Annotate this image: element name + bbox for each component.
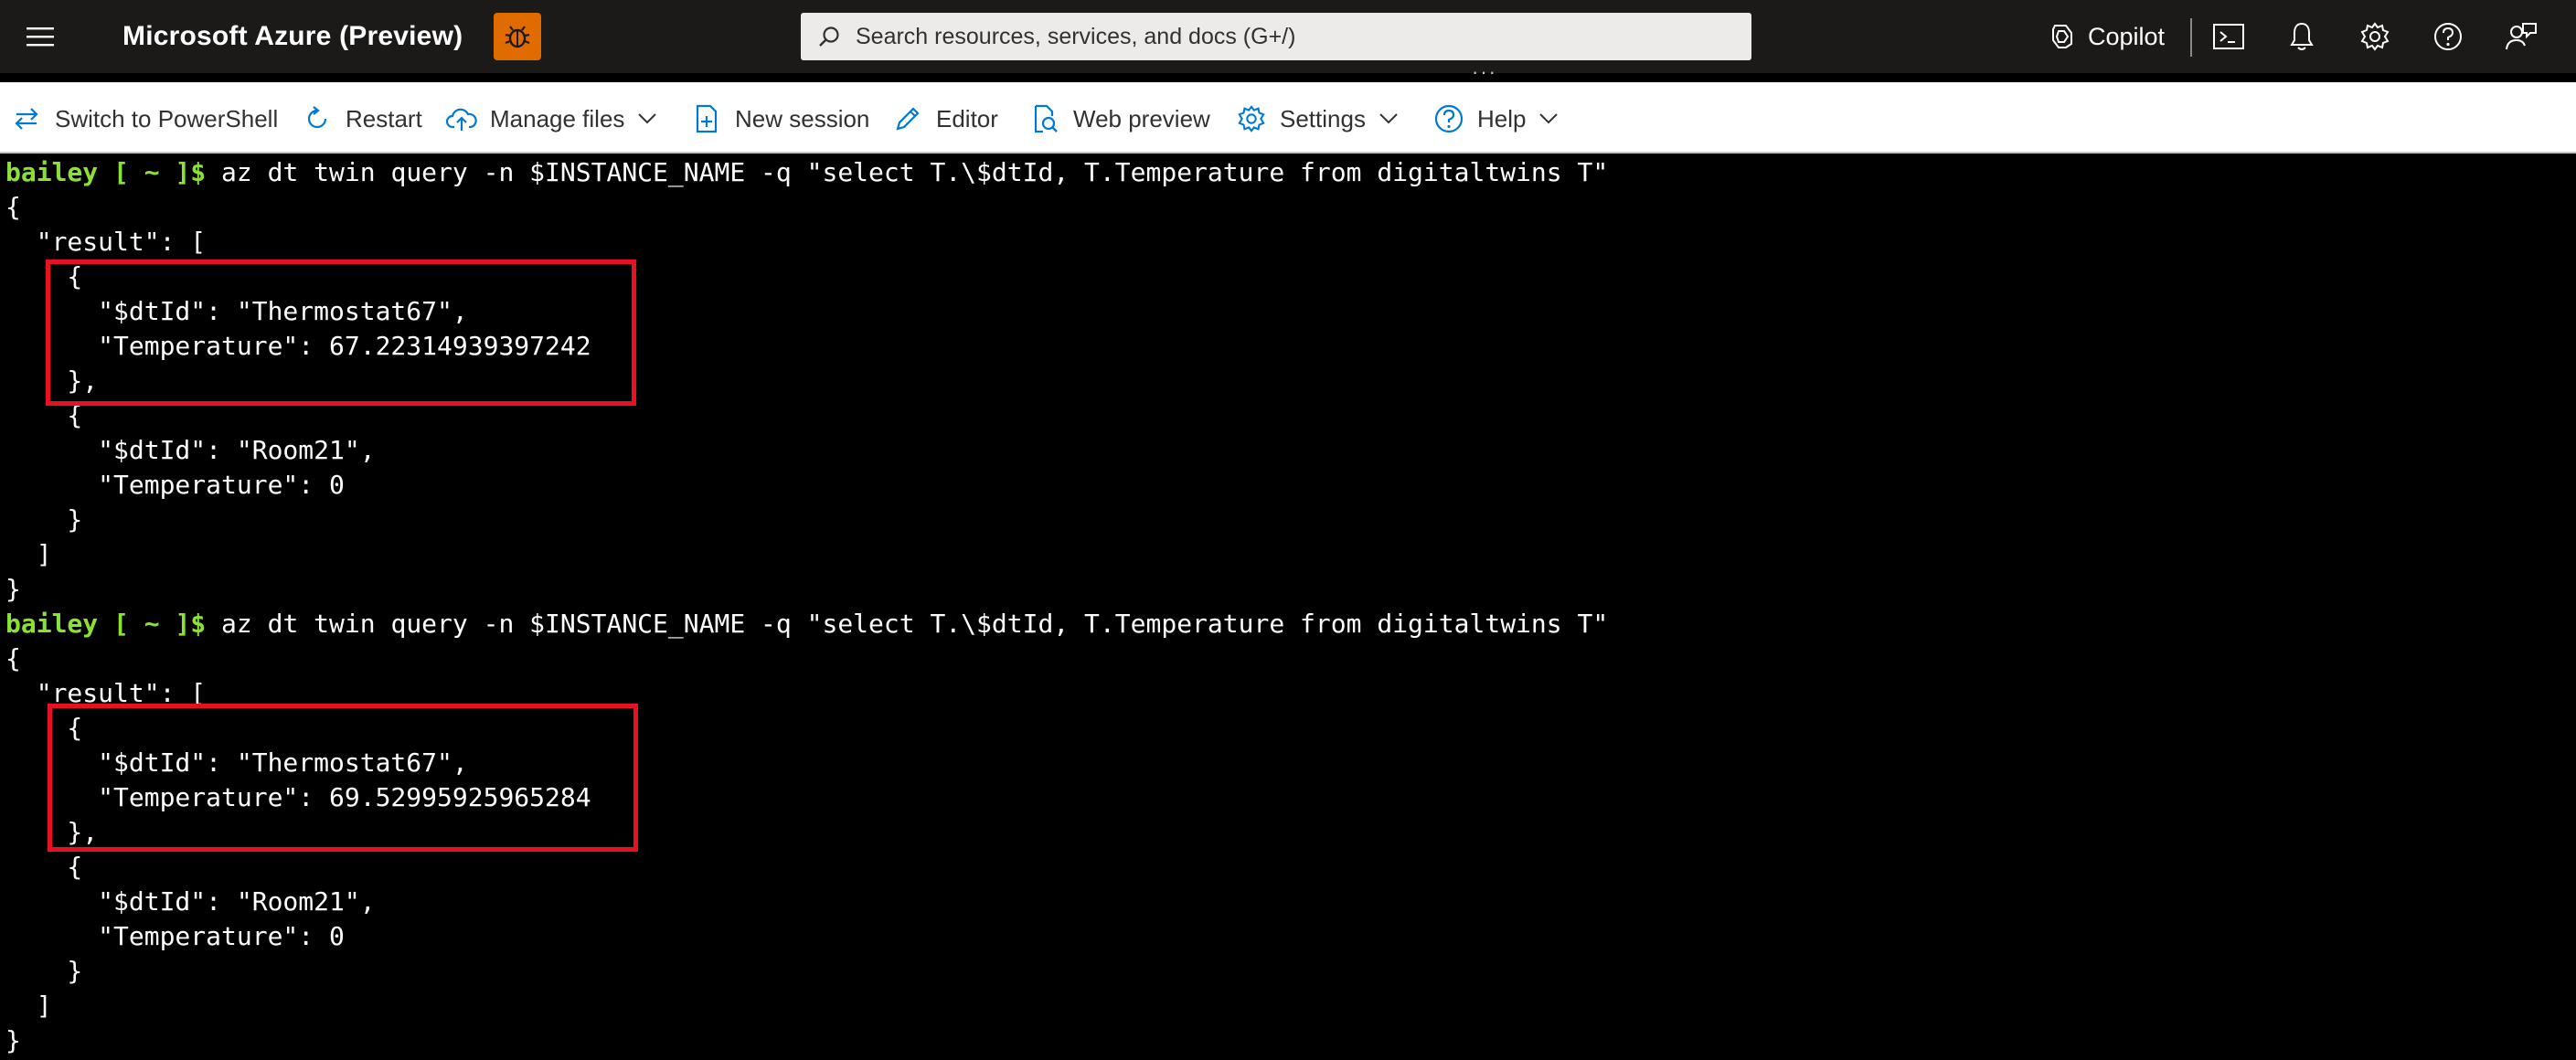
restart-label: Restart: [346, 104, 422, 132]
search-placeholder: Search resources, services, and docs (G+…: [856, 23, 1296, 49]
terminal[interactable]: bailey [ ~ ]$ az dt twin query -n $INSTA…: [0, 154, 2576, 1060]
output-line: }: [5, 574, 21, 604]
editor-button[interactable]: Editor: [892, 101, 998, 137]
bell-icon[interactable]: [2283, 18, 2320, 55]
cloud-shell-icon[interactable]: [2210, 18, 2247, 55]
help-button[interactable]: Help: [1433, 101, 1559, 137]
web-preview-icon: [1029, 103, 1060, 134]
command-text: az dt twin query -n $INSTANCE_NAME -q "s…: [206, 157, 1609, 187]
output-line: }: [5, 1025, 21, 1055]
switch-to-powershell-button[interactable]: Switch to PowerShell: [11, 101, 278, 137]
azure-header: Microsoft Azure (Preview) Search resourc…: [0, 0, 2576, 73]
prompt-path: [ ~ ]$: [98, 157, 207, 187]
search-input[interactable]: Search resources, services, and docs (G+…: [801, 13, 1751, 60]
brand-title[interactable]: Microsoft Azure (Preview): [122, 16, 463, 57]
switch-to-powershell-label: Switch to PowerShell: [55, 104, 279, 132]
output-line: "Temperature": 0: [5, 470, 345, 500]
copilot-icon: [2052, 25, 2072, 48]
gear-icon: [1236, 103, 1267, 134]
settings-label: Settings: [1280, 104, 1366, 132]
output-line: {: [5, 192, 21, 222]
pencil-icon: [892, 103, 923, 134]
web-preview-button[interactable]: Web preview: [1029, 101, 1210, 137]
output-line: {: [5, 852, 83, 882]
copilot-label: Copilot: [2088, 22, 2166, 50]
new-session-icon: [691, 103, 722, 134]
prompt-user: bailey: [5, 157, 99, 187]
header-divider: [2190, 18, 2192, 57]
prompt-user: bailey: [5, 609, 99, 639]
feedback-icon[interactable]: [2503, 18, 2539, 55]
chevron-down-icon: [637, 112, 657, 125]
manage-files-label: Manage files: [490, 104, 625, 132]
command-text: az dt twin query -n $INSTANCE_NAME -q "s…: [206, 609, 1609, 639]
output-line: ]: [5, 539, 52, 569]
bug-icon[interactable]: [494, 13, 541, 60]
search-icon: [819, 26, 839, 47]
switch-icon: [11, 103, 42, 134]
new-session-label: New session: [735, 104, 870, 132]
cloud-upload-icon: [446, 103, 477, 134]
command-line: bailey [ ~ ]$ az dt twin query -n $INSTA…: [5, 155, 1608, 190]
chevron-down-icon: [1538, 112, 1559, 125]
help-icon: [1433, 103, 1464, 134]
help-label: Help: [1477, 104, 1527, 132]
output-line: ]: [5, 991, 52, 1021]
output-line: "result": [: [5, 227, 207, 257]
output-line: {: [5, 643, 21, 673]
help-icon[interactable]: [2430, 18, 2466, 55]
menu-icon[interactable]: [24, 20, 57, 53]
copilot-button[interactable]: Copilot: [2048, 16, 2165, 57]
chevron-down-icon: [1378, 112, 1399, 125]
output-line: "Temperature": 0: [5, 921, 345, 951]
resize-grip[interactable]: ···: [1472, 62, 1497, 82]
output-line: }: [5, 504, 83, 535]
restart-button[interactable]: Restart: [302, 101, 422, 137]
command-line: bailey [ ~ ]$ az dt twin query -n $INSTA…: [5, 607, 1608, 641]
cloud-shell-toolbar: Switch to PowerShell Restart Manage file…: [0, 82, 2576, 154]
web-preview-label: Web preview: [1073, 104, 1210, 132]
highlight-box: [46, 260, 636, 406]
output-line: }: [5, 956, 83, 986]
restart-icon: [302, 103, 333, 134]
output-line: "$dtId": "Room21",: [5, 886, 376, 917]
output-line: "$dtId": "Room21",: [5, 435, 376, 465]
prompt-path: [ ~ ]$: [98, 609, 207, 639]
gear-icon[interactable]: [2357, 18, 2393, 55]
new-session-button[interactable]: New session: [691, 101, 869, 137]
settings-button[interactable]: Settings: [1236, 101, 1399, 137]
manage-files-button[interactable]: Manage files: [446, 101, 657, 137]
editor-label: Editor: [936, 104, 998, 132]
highlight-box: [48, 704, 638, 852]
